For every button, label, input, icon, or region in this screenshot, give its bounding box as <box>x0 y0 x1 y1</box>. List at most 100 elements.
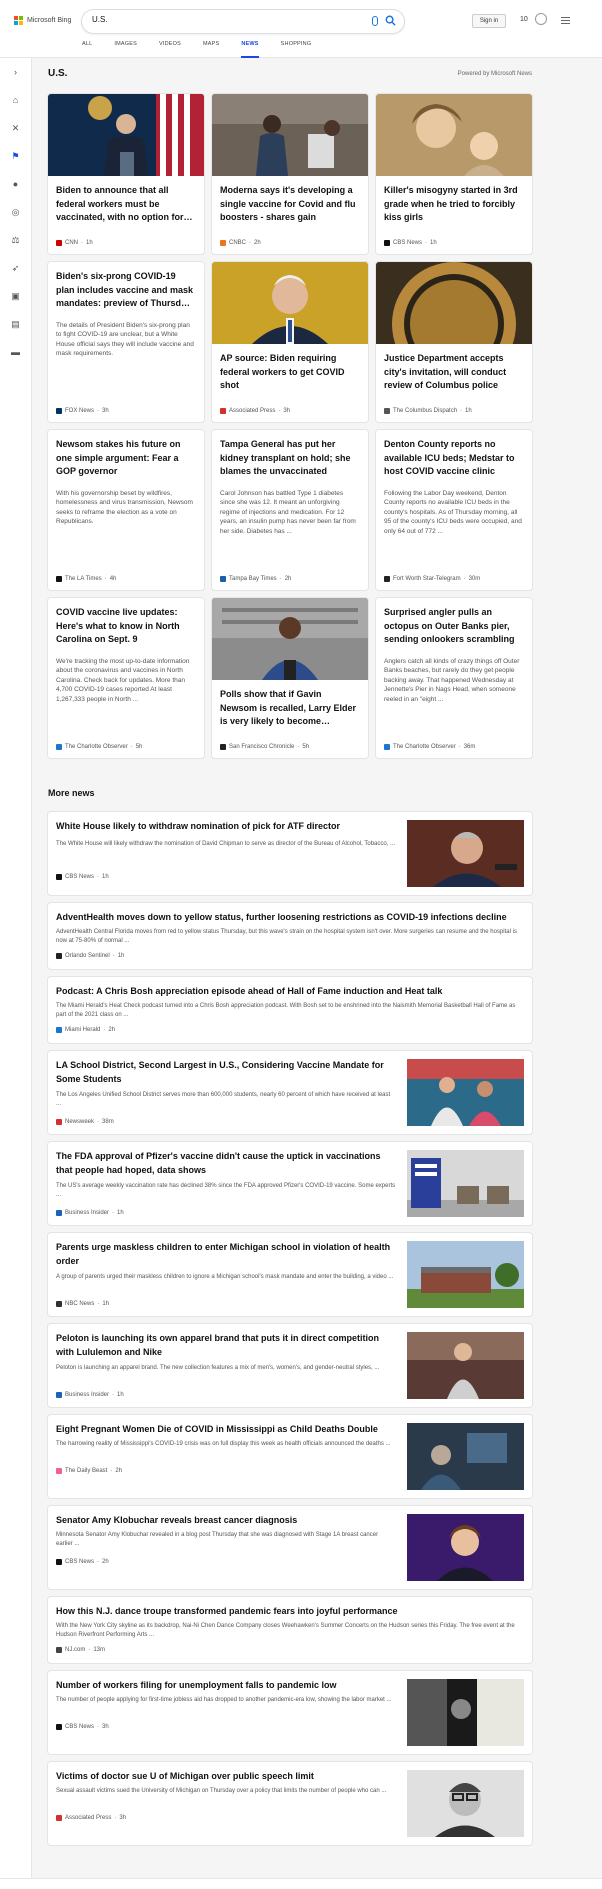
tab-news[interactable]: NEWS <box>241 41 259 58</box>
brand-name: Microsoft Bing <box>27 17 72 24</box>
local-pin-icon[interactable]: ● <box>11 180 20 189</box>
news-title[interactable]: AdventHealth moves down to yellow status… <box>56 911 526 925</box>
bing-logo[interactable]: Microsoft Bing <box>14 16 71 25</box>
tab-images[interactable]: IMAGES <box>114 41 137 58</box>
news-card[interactable]: Surprised angler pulls an octopus on Out… <box>376 598 532 758</box>
source-logo-icon <box>56 1468 62 1474</box>
news-title[interactable]: LA School District, Second Largest in U.… <box>56 1059 396 1086</box>
news-title[interactable]: Tampa General has put her kidney transpl… <box>212 438 368 479</box>
home-icon[interactable]: ⌂ <box>11 96 20 105</box>
news-title[interactable]: Number of workers filing for unemploymen… <box>56 1679 396 1693</box>
world-globe-icon[interactable]: ◎ <box>11 208 20 217</box>
news-title[interactable]: Polls show that if Gavin Newsom is recal… <box>212 688 368 729</box>
news-card[interactable]: Biden's six-prong COVID-19 plan includes… <box>48 262 204 422</box>
news-card[interactable]: Newsom stakes his future on one simple a… <box>48 430 204 590</box>
source-logo-icon <box>56 1392 62 1398</box>
news-list-item[interactable]: Parents urge maskless children to enter … <box>48 1233 532 1316</box>
source-logo-icon <box>384 576 390 582</box>
news-title[interactable]: Denton County reports no available ICU b… <box>376 438 532 479</box>
article-age: 2h <box>254 240 261 246</box>
news-thumbnail <box>407 1332 524 1399</box>
source-name: The Daily Beast <box>65 1468 108 1474</box>
news-snippet: Sexual assault victims sued the Universi… <box>56 1788 387 1794</box>
news-title[interactable]: Senator Amy Klobuchar reveals breast can… <box>56 1514 396 1528</box>
search-icon[interactable] <box>385 15 396 26</box>
source-name: CBS News <box>65 1559 95 1565</box>
rewards-trophy-icon[interactable] <box>535 13 547 25</box>
article-age: 1h <box>117 953 125 959</box>
source-name: Tampa Bay Times <box>229 576 277 582</box>
rewards-count[interactable]: 10 <box>520 16 528 23</box>
news-card[interactable]: Justice Department accepts city's invita… <box>376 262 532 422</box>
news-list-item[interactable]: White House likely to withdraw nominatio… <box>48 812 532 895</box>
tab-videos[interactable]: VIDEOS <box>159 41 181 58</box>
news-title[interactable]: Victims of doctor sue U of Michigan over… <box>56 1770 396 1784</box>
news-title[interactable]: Killer's misogyny started in 3rd grade w… <box>376 184 532 225</box>
entertainment-icon[interactable]: ▣ <box>11 292 20 301</box>
news-title[interactable]: The FDA approval of Pfizer's vaccine did… <box>56 1150 396 1177</box>
news-card[interactable]: Tampa General has put her kidney transpl… <box>212 430 368 590</box>
money-card-icon[interactable]: ▬ <box>11 348 20 357</box>
tab-all[interactable]: ALL <box>82 41 92 58</box>
microphone-icon[interactable] <box>372 16 378 26</box>
news-list-item[interactable]: Number of workers filing for unemploymen… <box>48 1671 532 1754</box>
news-list-item[interactable]: Peloton is launching its own apparel bra… <box>48 1324 532 1407</box>
trending-icon[interactable]: ✕ <box>11 124 20 133</box>
news-list-item[interactable]: The FDA approval of Pfizer's vaccine did… <box>48 1142 532 1225</box>
more-news-heading: More news <box>48 788 95 798</box>
news-title[interactable]: Justice Department accepts city's invita… <box>376 352 532 393</box>
news-list-item[interactable]: AdventHealth moves down to yellow status… <box>48 903 532 969</box>
news-image <box>376 262 532 344</box>
sign-in-button[interactable]: Sign in <box>472 14 506 28</box>
news-list-item[interactable]: Eight Pregnant Women Die of COVID in Mis… <box>48 1415 532 1498</box>
news-title[interactable]: How this N.J. dance troupe transformed p… <box>56 1605 526 1619</box>
hamburger-menu-icon[interactable] <box>561 17 570 24</box>
news-title[interactable]: Peloton is launching its own apparel bra… <box>56 1332 396 1359</box>
news-list-item[interactable]: LA School District, Second Largest in U.… <box>48 1051 532 1134</box>
business-icon[interactable]: ▤ <box>11 320 20 329</box>
news-title[interactable]: Newsom stakes his future on one simple a… <box>48 438 204 479</box>
news-list-item[interactable]: Podcast: A Chris Bosh appreciation episo… <box>48 977 532 1043</box>
source-name: CBS News <box>65 874 95 880</box>
news-snippet: Minnesota Senator Amy Klobuchar revealed… <box>56 1532 379 1547</box>
science-rocket-icon[interactable]: ➶ <box>11 264 20 273</box>
article-age: 3h <box>102 408 109 414</box>
news-title[interactable]: Biden's six-prong COVID-19 plan includes… <box>48 270 204 311</box>
news-card[interactable]: Biden to announce that all federal worke… <box>48 94 204 254</box>
news-title[interactable]: Podcast: A Chris Bosh appreciation episo… <box>56 985 526 999</box>
expand-chevron-icon[interactable]: › <box>11 68 20 77</box>
news-snippet: The number of people applying for first-… <box>56 1697 392 1703</box>
search-input[interactable] <box>92 15 332 24</box>
tab-maps[interactable]: MAPS <box>203 41 219 58</box>
tab-shopping[interactable]: SHOPPING <box>281 41 312 58</box>
news-list-item[interactable]: Senator Amy Klobuchar reveals breast can… <box>48 1506 532 1589</box>
politics-icon[interactable]: ⚖ <box>11 236 20 245</box>
news-snippet: With his governorship beset by wildfires… <box>56 489 193 526</box>
source-name: San Francisco Chronicle <box>229 744 295 750</box>
news-title[interactable]: COVID vaccine live updates: Here's what … <box>48 606 204 647</box>
news-image <box>212 598 368 680</box>
news-thumbnail <box>407 1770 524 1837</box>
article-age: 1h <box>430 240 437 246</box>
search-tabs: ALL IMAGES VIDEOS MAPS NEWS SHOPPING <box>82 41 333 58</box>
news-title[interactable]: Eight Pregnant Women Die of COVID in Mis… <box>56 1423 396 1437</box>
news-card[interactable]: Polls show that if Gavin Newsom is recal… <box>212 598 368 758</box>
news-source: CNN · 1h <box>56 240 93 246</box>
news-list-item[interactable]: How this N.J. dance troupe transformed p… <box>48 1597 532 1663</box>
news-thumbnail <box>407 1423 524 1490</box>
news-card[interactable]: COVID vaccine live updates: Here's what … <box>48 598 204 758</box>
news-title[interactable]: AP source: Biden requiring federal worke… <box>212 352 368 393</box>
news-title[interactable]: Parents urge maskless children to enter … <box>56 1241 396 1268</box>
news-list-item[interactable]: Victims of doctor sue U of Michigan over… <box>48 1762 532 1845</box>
news-card[interactable]: Moderna says it's developing a single va… <box>212 94 368 254</box>
news-card[interactable]: Killer's misogyny started in 3rd grade w… <box>376 94 532 254</box>
news-image <box>48 94 204 176</box>
source-logo-icon <box>384 744 390 750</box>
us-news-flag-icon[interactable]: ⚑ <box>11 152 20 161</box>
news-title[interactable]: Moderna says it's developing a single va… <box>212 184 368 225</box>
news-card[interactable]: AP source: Biden requiring federal worke… <box>212 262 368 422</box>
news-title[interactable]: White House likely to withdraw nominatio… <box>56 820 396 834</box>
news-card[interactable]: Denton County reports no available ICU b… <box>376 430 532 590</box>
news-title[interactable]: Biden to announce that all federal worke… <box>48 184 204 225</box>
news-title[interactable]: Surprised angler pulls an octopus on Out… <box>376 606 532 647</box>
